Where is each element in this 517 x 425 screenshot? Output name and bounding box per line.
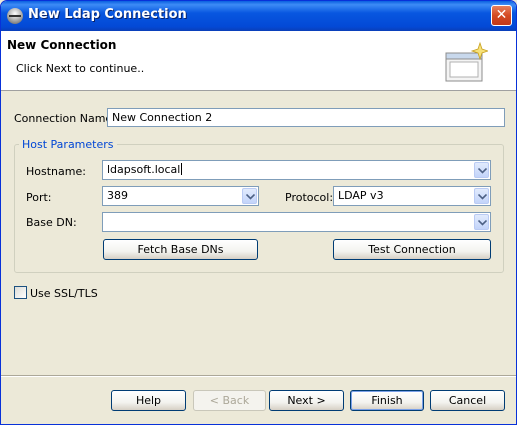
page-description: Click Next to continue.. (16, 62, 145, 75)
hostname-label: Hostname: (26, 165, 86, 178)
chevron-down-icon (478, 194, 487, 200)
chevron-down-icon (478, 168, 487, 174)
back-button[interactable]: < Back (193, 390, 266, 411)
chevron-down-icon (478, 220, 487, 226)
use-ssl-checkbox[interactable] (14, 286, 27, 299)
test-connection-button[interactable]: Test Connection (333, 239, 491, 260)
host-parameters-title: Host Parameters (19, 138, 117, 151)
base-dn-combo[interactable] (102, 212, 491, 232)
finish-button[interactable]: Finish (350, 390, 424, 411)
use-ssl-label: Use SSL/TLS (30, 287, 98, 300)
hostname-combo[interactable]: ldapsoft.local (102, 160, 491, 180)
protocol-label: Protocol: (285, 191, 334, 204)
dialog-window: New Ldap Connection ✕ New Connection Cli… (0, 0, 517, 425)
protocol-dropdown-arrow[interactable] (474, 188, 489, 204)
new-connection-wizard-icon (445, 41, 488, 82)
port-value: 389 (107, 189, 128, 202)
base-dn-label: Base DN: (26, 216, 77, 229)
page-title: New Connection (7, 38, 117, 52)
window-title: New Ldap Connection (28, 7, 187, 22)
chevron-down-icon (246, 194, 255, 200)
hostname-value: ldapsoft.local (107, 163, 181, 176)
close-button[interactable]: ✕ (491, 5, 512, 26)
connection-name-label: Connection Name: (14, 112, 116, 125)
title-bar[interactable]: New Ldap Connection ✕ (1, 1, 516, 31)
button-bar-separator (1, 375, 516, 377)
wizard-header: New Connection Click Next to continue.. (1, 31, 516, 91)
protocol-value: LDAP v3 (338, 189, 384, 202)
base-dn-dropdown-arrow[interactable] (474, 214, 489, 230)
ldap-app-icon (7, 8, 23, 24)
port-label: Port: (26, 191, 52, 204)
cancel-button[interactable]: Cancel (430, 390, 505, 411)
port-dropdown-arrow[interactable] (242, 188, 257, 204)
fetch-base-dns-button[interactable]: Fetch Base DNs (103, 239, 258, 260)
hostname-dropdown-arrow[interactable] (474, 162, 489, 178)
help-button[interactable]: Help (111, 390, 186, 411)
connection-name-input[interactable]: New Connection 2 (107, 108, 505, 127)
next-button[interactable]: Next > (269, 390, 344, 411)
close-icon: ✕ (495, 7, 508, 23)
protocol-combo[interactable]: LDAP v3 (333, 186, 491, 206)
port-combo[interactable]: 389 (102, 186, 259, 206)
text-cursor (181, 163, 183, 175)
